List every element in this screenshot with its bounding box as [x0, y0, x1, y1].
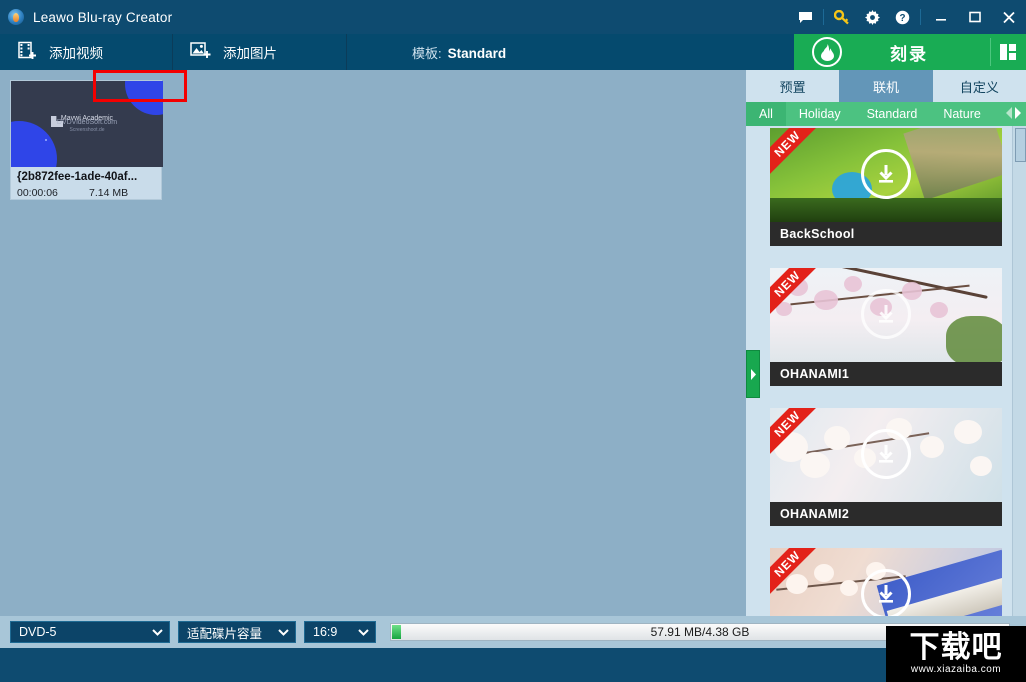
template-list[interactable]: NEW BackSchool NEW OHANAMI1 NEW OHANAMI2… — [746, 126, 1026, 616]
download-icon[interactable] — [861, 149, 911, 199]
template-value: Standard — [447, 45, 507, 61]
bottom-footer — [0, 648, 1026, 682]
add-image-icon — [190, 41, 212, 63]
flame-icon — [812, 37, 842, 67]
chevron-down-icon — [348, 628, 369, 636]
tab-online[interactable]: 联机 — [839, 70, 933, 102]
svg-text:?: ? — [899, 13, 905, 24]
media-item[interactable]: Mavwi Academic DVDVideoSoft.com Screensh… — [10, 80, 163, 200]
watermark-url: www.xiazaiba.com — [910, 664, 1002, 675]
media-list-area[interactable]: Mavwi Academic DVDVideoSoft.com Screensh… — [0, 70, 746, 616]
fit-mode-value: 适配碟片容量 — [187, 626, 263, 641]
add-image-button[interactable]: 添加图片 — [172, 34, 346, 70]
main-toolbar: 添加视频 添加图片 模板: Standard 刻录 — [0, 34, 1026, 70]
help-icon[interactable]: ? — [887, 0, 917, 34]
media-meta: 00:00:06 7.14 MB — [17, 187, 157, 199]
bottom-status-bar: DVD-5 适配碟片容量 16:9 57.91 MB/4.38 GB — [0, 616, 1026, 648]
scrollbar-thumb[interactable] — [1015, 128, 1026, 162]
maximize-icon[interactable] — [958, 0, 992, 34]
close-icon[interactable] — [992, 0, 1026, 34]
burn-button[interactable]: 刻录 — [794, 34, 990, 70]
fit-mode-select[interactable]: 适配碟片容量 — [178, 621, 296, 643]
chevron-left-icon[interactable] — [1005, 106, 1013, 123]
aspect-ratio-value: 16:9 — [313, 625, 338, 639]
template-card[interactable]: NEW — [770, 548, 1002, 616]
template-card[interactable]: NEW OHANAMI1 — [770, 268, 1002, 386]
template-indicator: 模板: Standard — [346, 34, 794, 70]
tab-custom[interactable]: 自定义 — [932, 70, 1026, 102]
disc-type-select[interactable]: DVD-5 — [10, 621, 170, 643]
title-bar: Leawo Blu-ray Creator ? — [0, 0, 1026, 34]
media-filename: {2b872fee-1ade-40af... — [17, 171, 138, 183]
thumb-decor-dot — [45, 139, 47, 141]
leawo-app-icon — [8, 9, 24, 25]
download-icon[interactable] — [861, 429, 911, 479]
panel-collapse-handle[interactable] — [746, 350, 760, 398]
download-icon[interactable] — [861, 289, 911, 339]
aspect-ratio-select[interactable]: 16:9 — [304, 621, 376, 643]
template-label: 模板: — [412, 45, 442, 61]
template-card[interactable]: NEW BackSchool — [770, 128, 1002, 246]
template-card[interactable]: NEW OHANAMI2 — [770, 408, 1002, 526]
divider — [823, 9, 824, 25]
category-holiday[interactable]: Holiday — [786, 102, 854, 126]
chevron-right-icon[interactable] — [1014, 106, 1022, 123]
window-title: Leawo Blu-ray Creator — [33, 9, 173, 25]
add-image-label: 添加图片 — [223, 46, 277, 61]
chevron-down-icon — [142, 628, 163, 636]
add-video-icon — [18, 41, 38, 63]
thumb-text-tertiary: Screenshoot.de — [69, 127, 105, 133]
application-window: Leawo Blu-ray Creator ? 添加视频 添加图片 模板: St… — [0, 0, 1026, 682]
category-nav — [1005, 106, 1026, 123]
key-icon[interactable] — [827, 0, 857, 34]
template-name: OHANAMI2 — [770, 502, 1002, 526]
media-size: 7.14 MB — [89, 187, 129, 199]
minimize-icon[interactable] — [924, 0, 958, 34]
category-all[interactable]: All — [746, 102, 786, 126]
layout-grid-icon[interactable] — [990, 34, 1026, 70]
window-controls: ? — [790, 0, 1026, 34]
gear-icon[interactable] — [857, 0, 887, 34]
template-tabs: 预置 联机 自定义 — [746, 70, 1026, 102]
chat-bubble-icon[interactable] — [790, 0, 820, 34]
category-nature[interactable]: Nature — [930, 102, 994, 126]
media-thumbnail: Mavwi Academic DVDVideoSoft.com Screensh… — [11, 81, 163, 167]
tab-preset[interactable]: 预置 — [746, 70, 840, 102]
category-standard[interactable]: Standard — [854, 102, 931, 126]
capacity-fill — [392, 625, 401, 639]
divider — [920, 9, 921, 25]
disc-type-value: DVD-5 — [19, 625, 57, 639]
template-panel: 预置 联机 自定义 All Holiday Standard Nature NE… — [746, 70, 1026, 616]
template-scrollbar[interactable] — [1012, 126, 1026, 616]
add-video-button[interactable]: 添加视频 — [0, 34, 172, 70]
watermark-title: 下载吧 — [909, 630, 1003, 665]
burn-label: 刻录 — [890, 44, 928, 64]
add-video-label: 添加视频 — [49, 46, 103, 61]
media-duration: 00:00:06 — [17, 187, 58, 199]
chevron-down-icon — [268, 628, 289, 636]
capacity-text: 57.91 MB/4.38 GB — [650, 625, 750, 639]
thumb-decor-circle — [125, 81, 163, 115]
template-name: BackSchool — [770, 222, 1002, 246]
site-watermark: 下载吧 www.xiazaiba.com — [886, 626, 1026, 682]
download-icon[interactable] — [861, 569, 911, 616]
category-filter-bar: All Holiday Standard Nature — [746, 102, 1026, 126]
template-name: OHANAMI1 — [770, 362, 1002, 386]
